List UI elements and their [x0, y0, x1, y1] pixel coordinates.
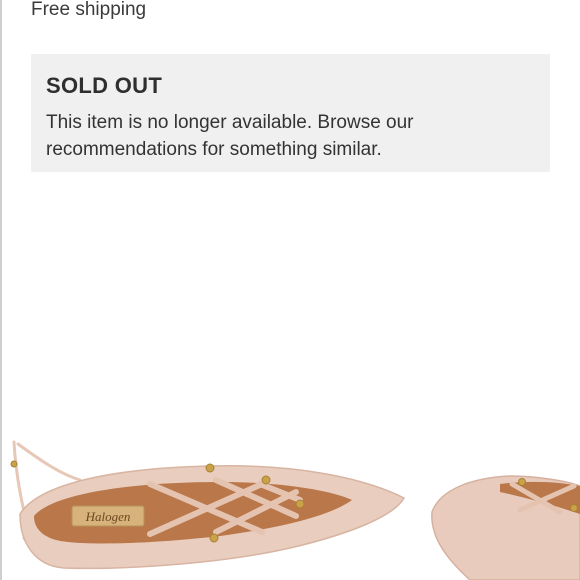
sold-out-message: This item is no longer available. Browse… — [46, 112, 414, 160]
sold-out-title: SOLD OUT — [46, 73, 163, 98]
listing-page: Free shipping SOLD OUT This item is no l… — [0, 0, 580, 580]
product-photo[interactable]: Halogen — [0, 420, 580, 580]
brand-label: Halogen — [71, 505, 145, 527]
brand-logo-text: Halogen — [85, 509, 131, 524]
free-shipping-label: Free shipping — [31, 0, 147, 20]
sold-out-notice: SOLD OUT This item is no longer availabl… — [31, 54, 550, 172]
